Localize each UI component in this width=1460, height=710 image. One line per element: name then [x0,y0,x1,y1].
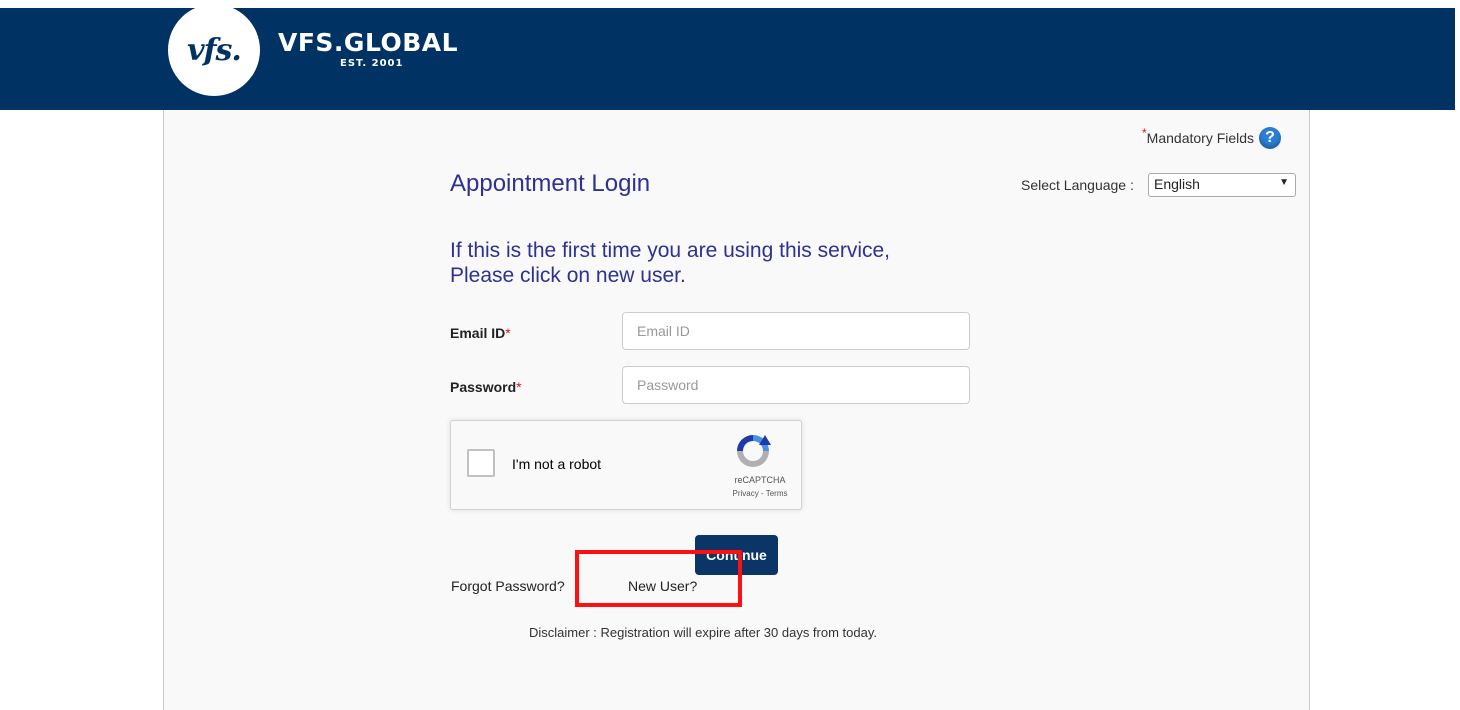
mandatory-fields-note: * Mandatory Fields ? [1142,126,1282,149]
site-header: vfs. VFS.GLOBAL EST. 2001 [0,4,1455,110]
password-field[interactable] [622,366,970,404]
login-panel [163,110,1310,710]
required-star: * [505,325,511,341]
recaptcha-icon [737,435,771,467]
disclaimer-text: Disclaimer : Registration will expire af… [529,625,877,640]
recaptcha-label: I'm not a robot [512,456,602,472]
highlight-box [575,550,742,607]
email-label: Email ID* [450,325,511,341]
dropdown-arrow-icon: ▼ [1279,177,1289,188]
intro-line-2: Please click on new user. [450,264,686,287]
required-star: * [1142,126,1147,140]
language-label: Select Language : [1021,177,1134,193]
brand-name: VFS.GLOBAL [278,28,459,57]
email-field[interactable] [622,312,970,350]
recaptcha-checkbox[interactable] [467,449,495,477]
password-label: Password* [450,379,522,395]
brand: VFS.GLOBAL EST. 2001 [278,28,458,69]
mandatory-fields-label: Mandatory Fields [1146,130,1255,146]
email-label-text: Email ID [450,325,506,341]
brand-established: EST. 2001 [340,58,404,69]
page-title: Appointment Login [450,170,651,197]
recaptcha-privacy-terms[interactable]: Privacy - Terms [721,489,799,498]
password-label-text: Password [450,379,517,395]
help-icon[interactable]: ? [1259,127,1282,149]
required-star: * [516,379,522,395]
intro-text: If this is the first time you are using … [450,238,890,288]
recaptcha-widget: I'm not a robot reCAPTCHA Privacy - Term… [450,420,802,510]
logo-text: vfs. [187,32,242,68]
intro-line-1: If this is the first time you are using … [450,239,890,262]
recaptcha-brand: reCAPTCHA [734,475,786,485]
vfs-logo[interactable]: vfs. [168,4,260,96]
language-selected-value: English [1154,176,1200,192]
language-select[interactable]: English ▼ [1148,173,1296,197]
forgot-password-link[interactable]: Forgot Password? [451,578,565,594]
